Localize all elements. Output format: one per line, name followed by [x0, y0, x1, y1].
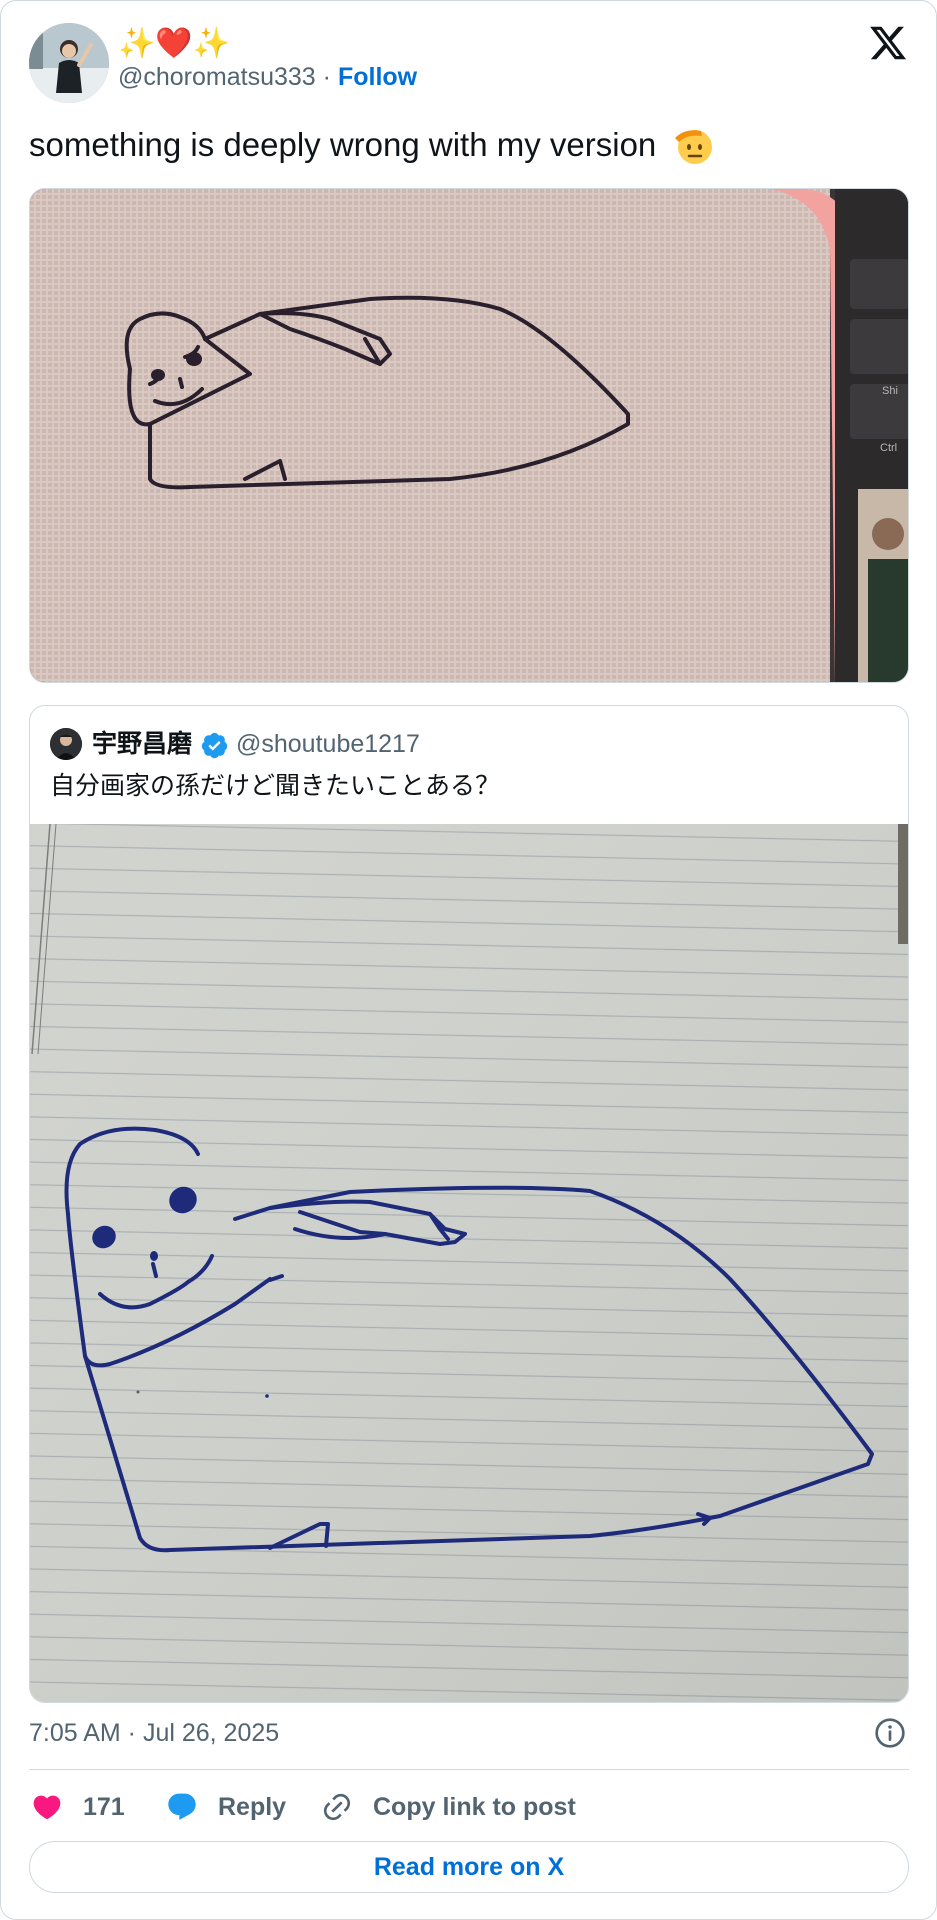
- reply-bubble-icon: [168, 1793, 196, 1820]
- link-icon: [323, 1793, 351, 1821]
- embroidered-seal-drawing-photo: Shi Ctrl: [30, 189, 908, 682]
- verified-badge-icon: [201, 732, 228, 759]
- author-display-name[interactable]: ✨❤️✨: [118, 27, 230, 61]
- x-logo-icon[interactable]: [868, 23, 908, 63]
- quoted-author-name[interactable]: 宇野昌磨: [92, 728, 192, 760]
- copy-link-button[interactable]: Copy link to post: [321, 1787, 576, 1827]
- reply-label: Reply: [218, 1793, 287, 1821]
- user-avatar-photo: [29, 23, 109, 103]
- quoted-author-avatar[interactable]: [50, 728, 82, 760]
- tweet-photo[interactable]: Shi Ctrl: [29, 188, 909, 683]
- author-handle-row: @choromatsu333 · Follow: [118, 61, 417, 93]
- info-icon[interactable]: [874, 1717, 906, 1749]
- svg-text:Ctrl: Ctrl: [880, 442, 897, 454]
- author-avatar[interactable]: [29, 23, 109, 103]
- tweet-text: something is deeply wrong with my versio…: [29, 121, 715, 169]
- pen-seal-drawing-on-lined-paper-photo: [30, 824, 908, 1702]
- embedded-tweet-card: ✨❤️✨ @choromatsu333 · Follow something i…: [0, 0, 937, 1920]
- reply-button[interactable]: Reply: [166, 1787, 286, 1827]
- read-more-button[interactable]: Read more on X: [29, 1841, 909, 1893]
- quoted-tweet[interactable]: 宇野昌磨 @shoutube1217 自分画家の孫だけど聞きたいことある？: [29, 705, 909, 1703]
- svg-text:Shi: Shi: [882, 385, 898, 397]
- quoted-tweet-photo[interactable]: [30, 824, 908, 1702]
- quoted-user-avatar-photo: [50, 728, 82, 760]
- handle-separator: ·: [322, 63, 331, 91]
- quoted-tweet-text: 自分画家の孫だけど聞きたいことある？: [50, 772, 501, 800]
- author-handle[interactable]: @choromatsu333: [118, 63, 316, 91]
- tweet-body: something is deeply wrong with my versio…: [29, 126, 657, 163]
- heart-icon: [33, 1795, 61, 1820]
- copy-link-label: Copy link to post: [373, 1793, 576, 1821]
- like-button[interactable]: 171: [31, 1787, 125, 1827]
- quoted-author-handle[interactable]: @shoutube1217: [236, 728, 420, 760]
- follow-button[interactable]: Follow: [338, 63, 417, 91]
- tweet-timestamp[interactable]: 7:05 AM · Jul 26, 2025: [29, 1716, 279, 1750]
- footer-divider: [29, 1769, 909, 1770]
- like-count: 171: [83, 1793, 125, 1821]
- saluting-face-emoji-icon: [675, 130, 713, 164]
